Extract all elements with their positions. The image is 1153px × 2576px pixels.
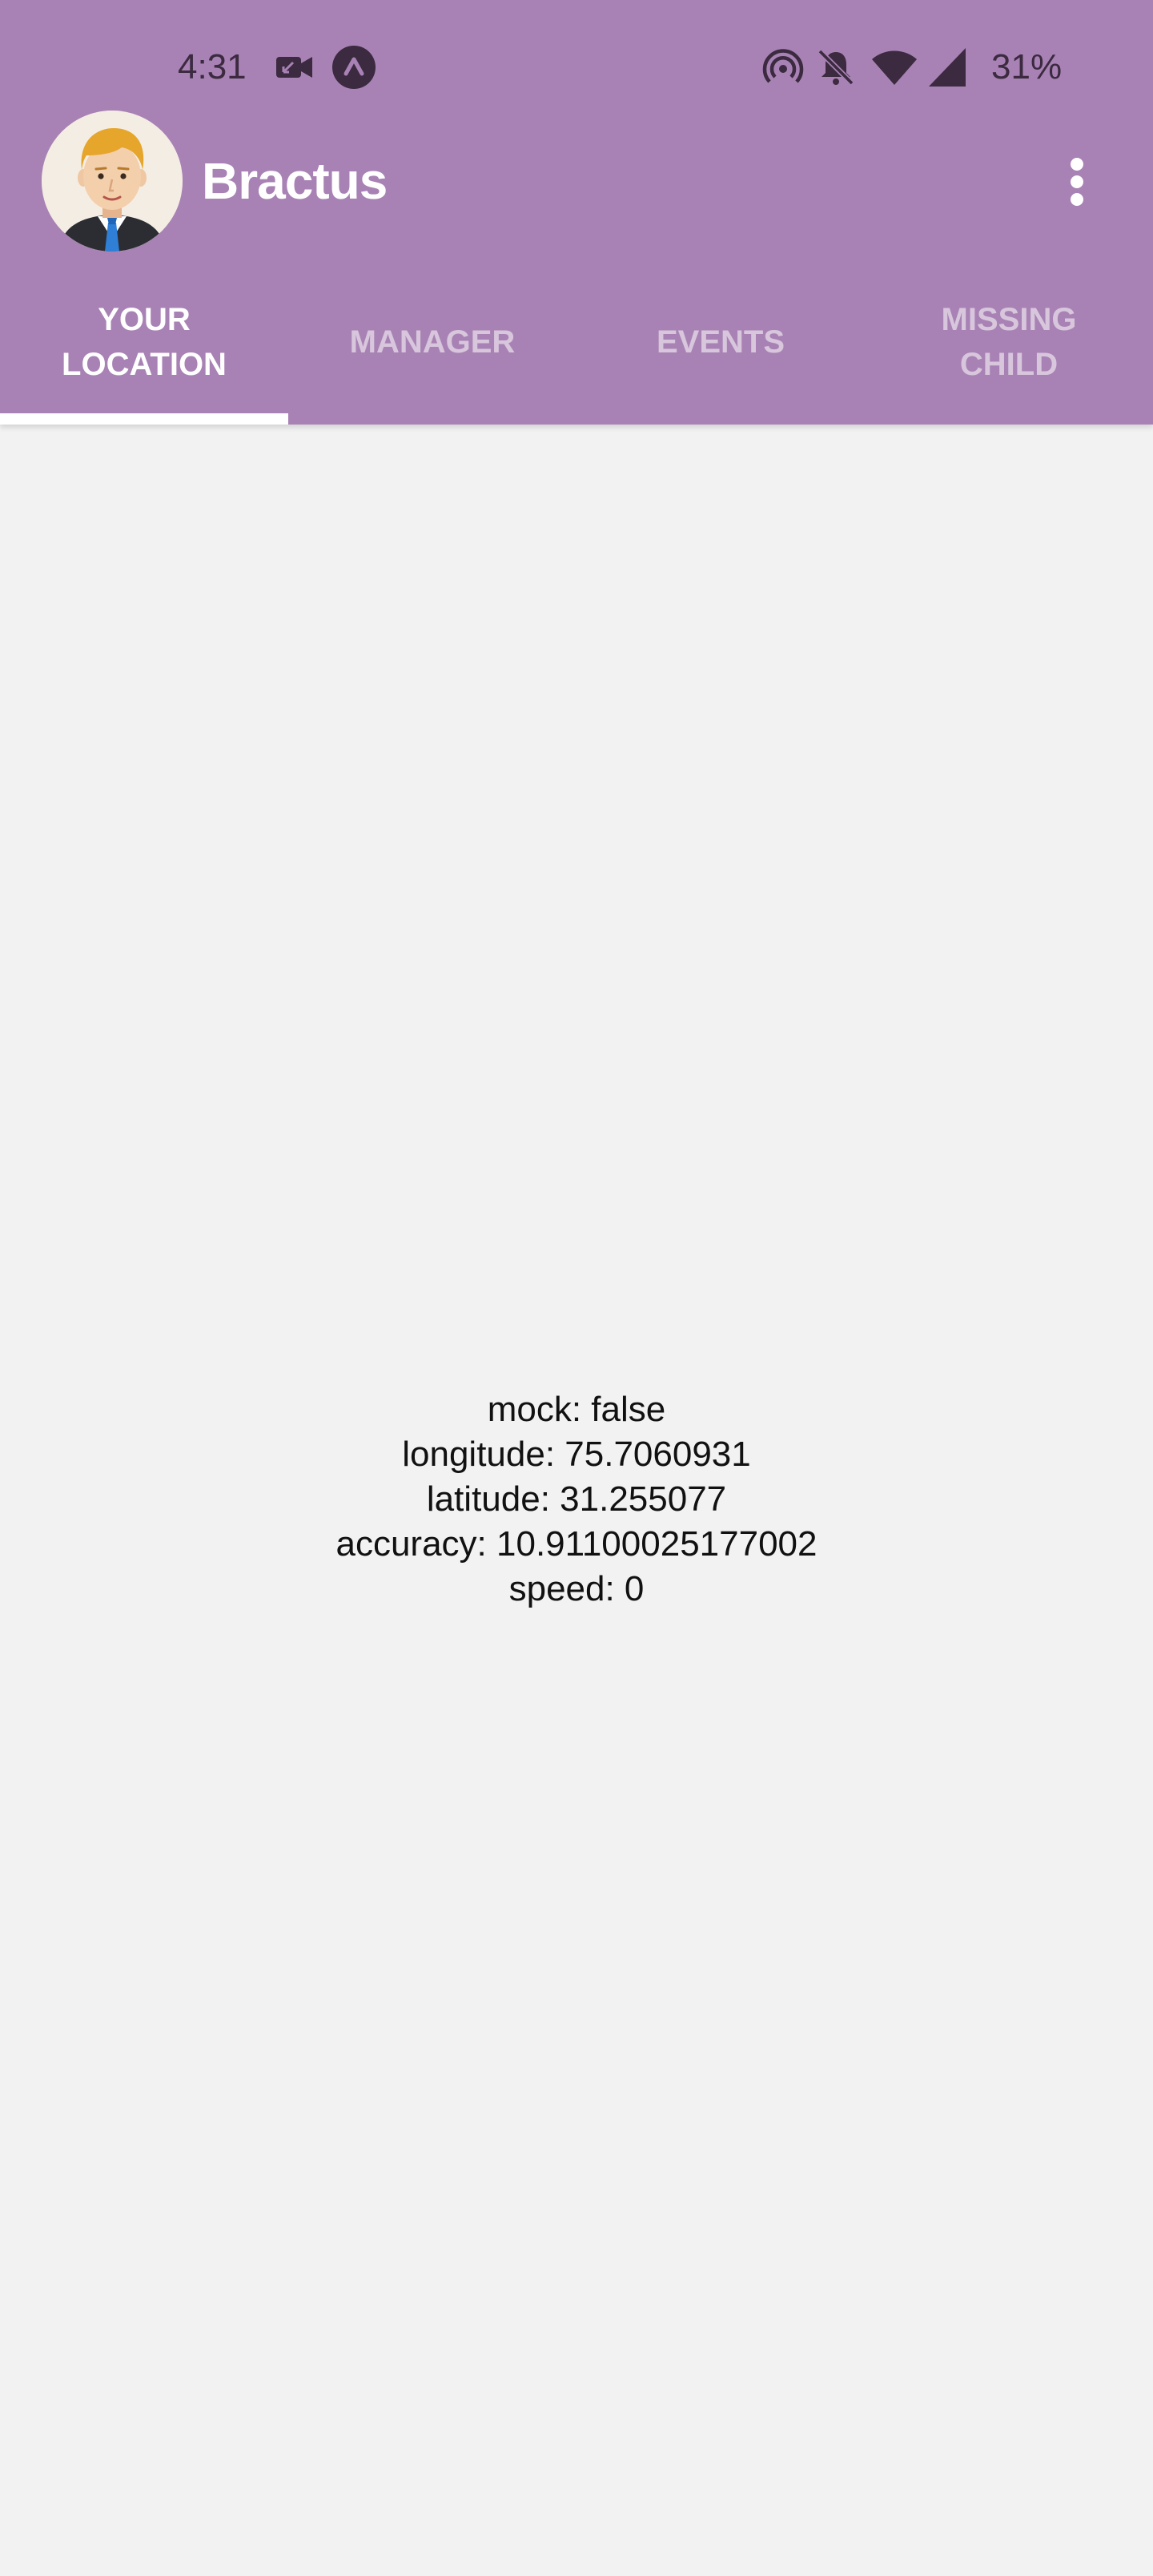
- tab-manager[interactable]: MANAGER: [288, 282, 576, 425]
- status-bar: 4:31 31%: [0, 0, 1153, 136]
- app-bar: 4:31 31% Bractus YOUR LOCATION MANAGER E…: [0, 0, 1153, 425]
- more-options-button[interactable]: [1051, 146, 1103, 218]
- tab-events[interactable]: EVENTS: [576, 282, 865, 425]
- wifi-icon: [872, 50, 917, 85]
- avatar-illustration: [42, 111, 183, 252]
- tab-your-location[interactable]: YOUR LOCATION: [0, 282, 288, 425]
- more-vert-icon: [1071, 158, 1083, 171]
- longitude-value: longitude: 75.7060931: [402, 1435, 751, 1474]
- signal-icon: [929, 48, 966, 87]
- video-call-icon: [276, 57, 312, 78]
- bell-off-icon: [818, 49, 854, 86]
- status-time: 4:31: [178, 47, 247, 87]
- mock-status: mock: false: [487, 1390, 666, 1429]
- user-avatar[interactable]: [42, 111, 183, 252]
- battery-percentage: 31%: [991, 47, 1063, 87]
- accuracy-value: accuracy: 10.91100025177002: [335, 1524, 818, 1564]
- app-title: Bractus: [202, 152, 388, 210]
- location-info: mock: false longitude: 75.7060931 latitu…: [0, 1387, 1153, 1612]
- latitude-value: latitude: 31.255077: [426, 1479, 727, 1519]
- active-tab-indicator: [0, 413, 288, 425]
- hotspot-icon: [762, 49, 804, 83]
- speed-value: speed: 0: [508, 1569, 645, 1608]
- tab-bar: YOUR LOCATION MANAGER EVENTS MISSING CHI…: [0, 282, 1153, 425]
- tab-missing-child[interactable]: MISSING CHILD: [865, 282, 1153, 425]
- app-notification-icon: [332, 46, 376, 89]
